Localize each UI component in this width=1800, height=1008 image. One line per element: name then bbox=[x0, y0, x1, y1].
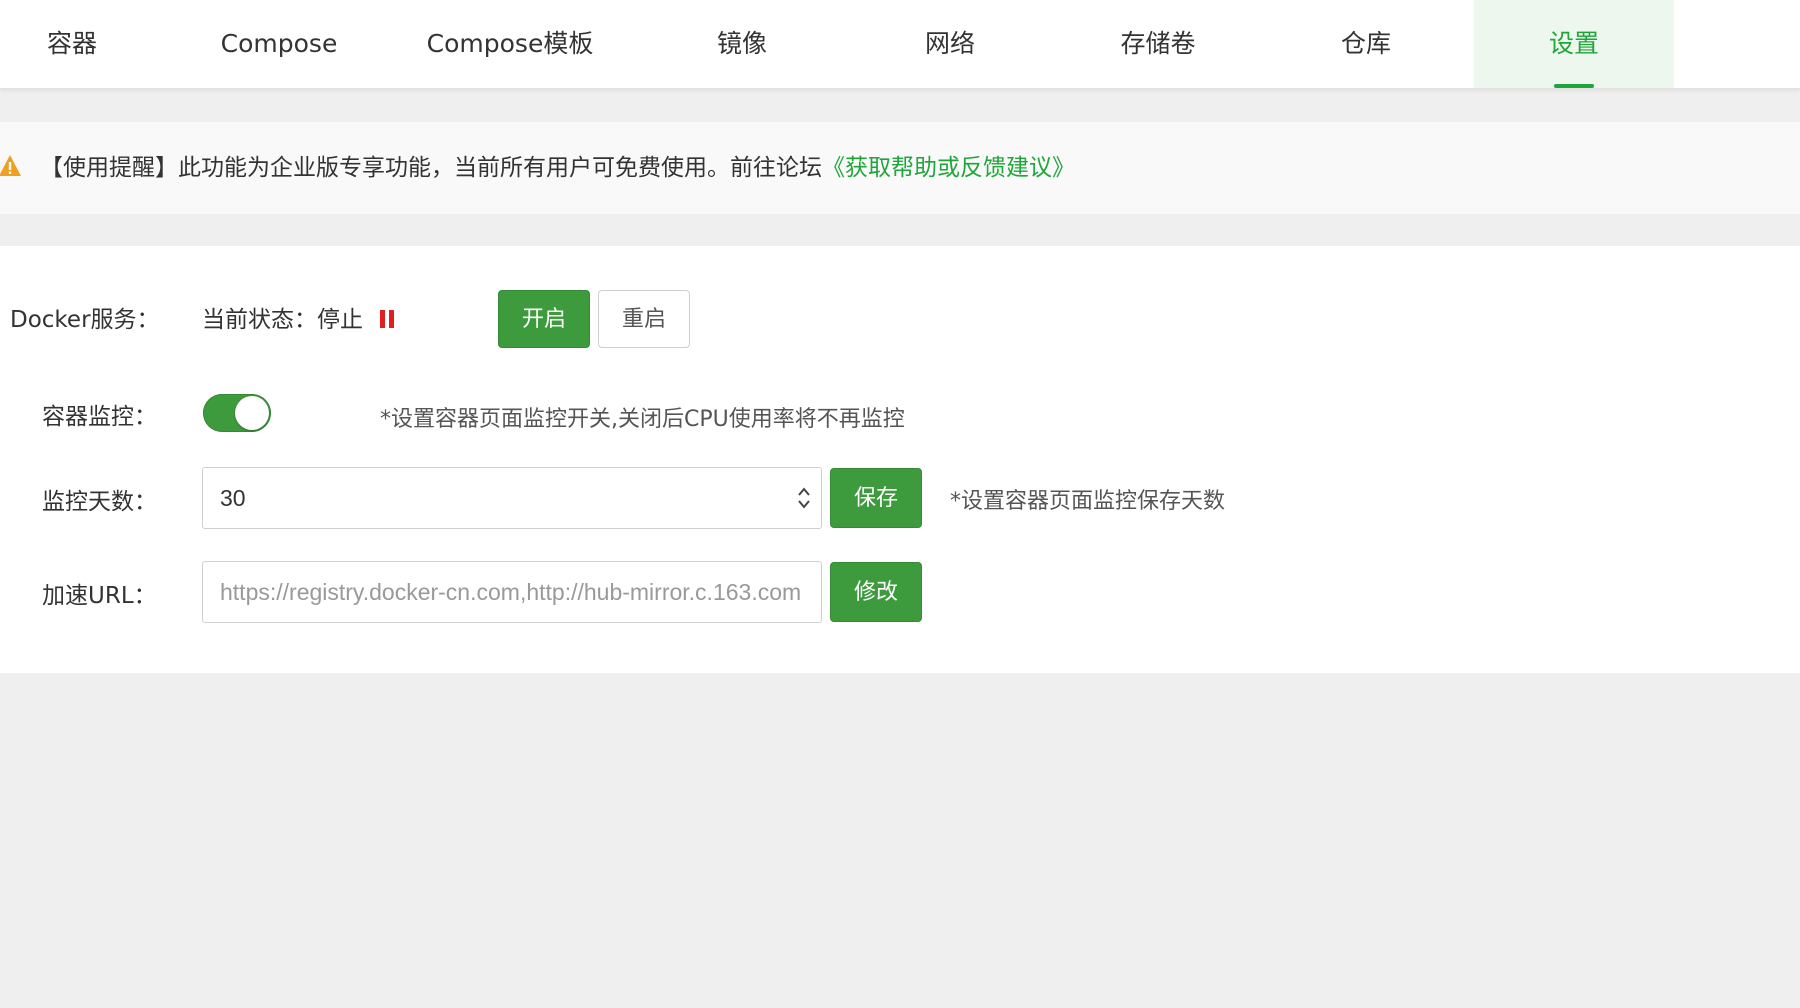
tab-label: 镜像 bbox=[716, 29, 767, 58]
monitor-days-hint: *设置容器页面监控保存天数 bbox=[950, 489, 1226, 514]
number-spinner-icon[interactable] bbox=[794, 484, 814, 512]
mirror-url-input[interactable]: https://registry.docker-cn.com,http://hu… bbox=[202, 561, 822, 623]
tab-networks[interactable]: 网络 bbox=[850, 0, 1050, 88]
start-docker-button[interactable]: 开启 bbox=[498, 290, 590, 348]
toggle-knob bbox=[235, 396, 269, 430]
container-monitor-label: 容器监控： bbox=[42, 404, 157, 430]
notice-banner: 【使用提醒】此功能为企业版专享功能，当前所有用户可免费使用。前往论坛《获取帮助或… bbox=[0, 122, 1800, 214]
container-monitor-toggle[interactable] bbox=[203, 394, 271, 432]
monitor-hint: *设置容器页面监控开关,关闭后CPU使用率将不再监控 bbox=[380, 407, 905, 432]
tab-label: Compose模板 bbox=[426, 29, 594, 58]
tab-label: 设置 bbox=[1548, 29, 1599, 58]
tab-containers[interactable]: 容器 bbox=[0, 0, 144, 88]
tab-label: 仓库 bbox=[1340, 29, 1391, 58]
save-days-button[interactable]: 保存 bbox=[830, 468, 922, 528]
tab-compose[interactable]: Compose bbox=[178, 0, 380, 88]
notice-text-wrapper: 【使用提醒】此功能为企业版专享功能，当前所有用户可免费使用。前往论坛《获取帮助或… bbox=[40, 122, 1075, 214]
restart-docker-button[interactable]: 重启 bbox=[598, 290, 690, 348]
tab-images[interactable]: 镜像 bbox=[642, 0, 842, 88]
tab-label: Compose bbox=[220, 29, 338, 58]
tab-compose-templates[interactable]: Compose模板 bbox=[410, 0, 610, 88]
tab-label: 网络 bbox=[924, 29, 975, 58]
help-feedback-link[interactable]: 《获取帮助或反馈建议》 bbox=[822, 155, 1075, 181]
tab-label: 容器 bbox=[46, 29, 97, 58]
top-tab-bar: 容器 Compose Compose模板 镜像 网络 存储卷 仓库 设置 bbox=[0, 0, 1800, 89]
docker-service-label: Docker服务： bbox=[10, 307, 160, 333]
docker-status-text: 当前状态：停止 bbox=[202, 307, 363, 333]
monitor-days-input[interactable]: 30 bbox=[202, 467, 822, 529]
tab-registry[interactable]: 仓库 bbox=[1266, 0, 1466, 88]
tab-settings[interactable]: 设置 bbox=[1474, 0, 1674, 88]
active-tab-indicator bbox=[1554, 84, 1594, 88]
warning-triangle-icon bbox=[0, 155, 21, 176]
tab-volumes[interactable]: 存储卷 bbox=[1058, 0, 1258, 88]
monitor-days-label: 监控天数： bbox=[42, 489, 157, 515]
notice-message: 【使用提醒】此功能为企业版专享功能，当前所有用户可免费使用。前往论坛 bbox=[40, 155, 822, 181]
pause-icon bbox=[380, 310, 394, 328]
tab-label: 存储卷 bbox=[1120, 29, 1196, 58]
edit-mirror-url-button[interactable]: 修改 bbox=[830, 562, 922, 622]
mirror-url-label: 加速URL： bbox=[42, 583, 157, 609]
